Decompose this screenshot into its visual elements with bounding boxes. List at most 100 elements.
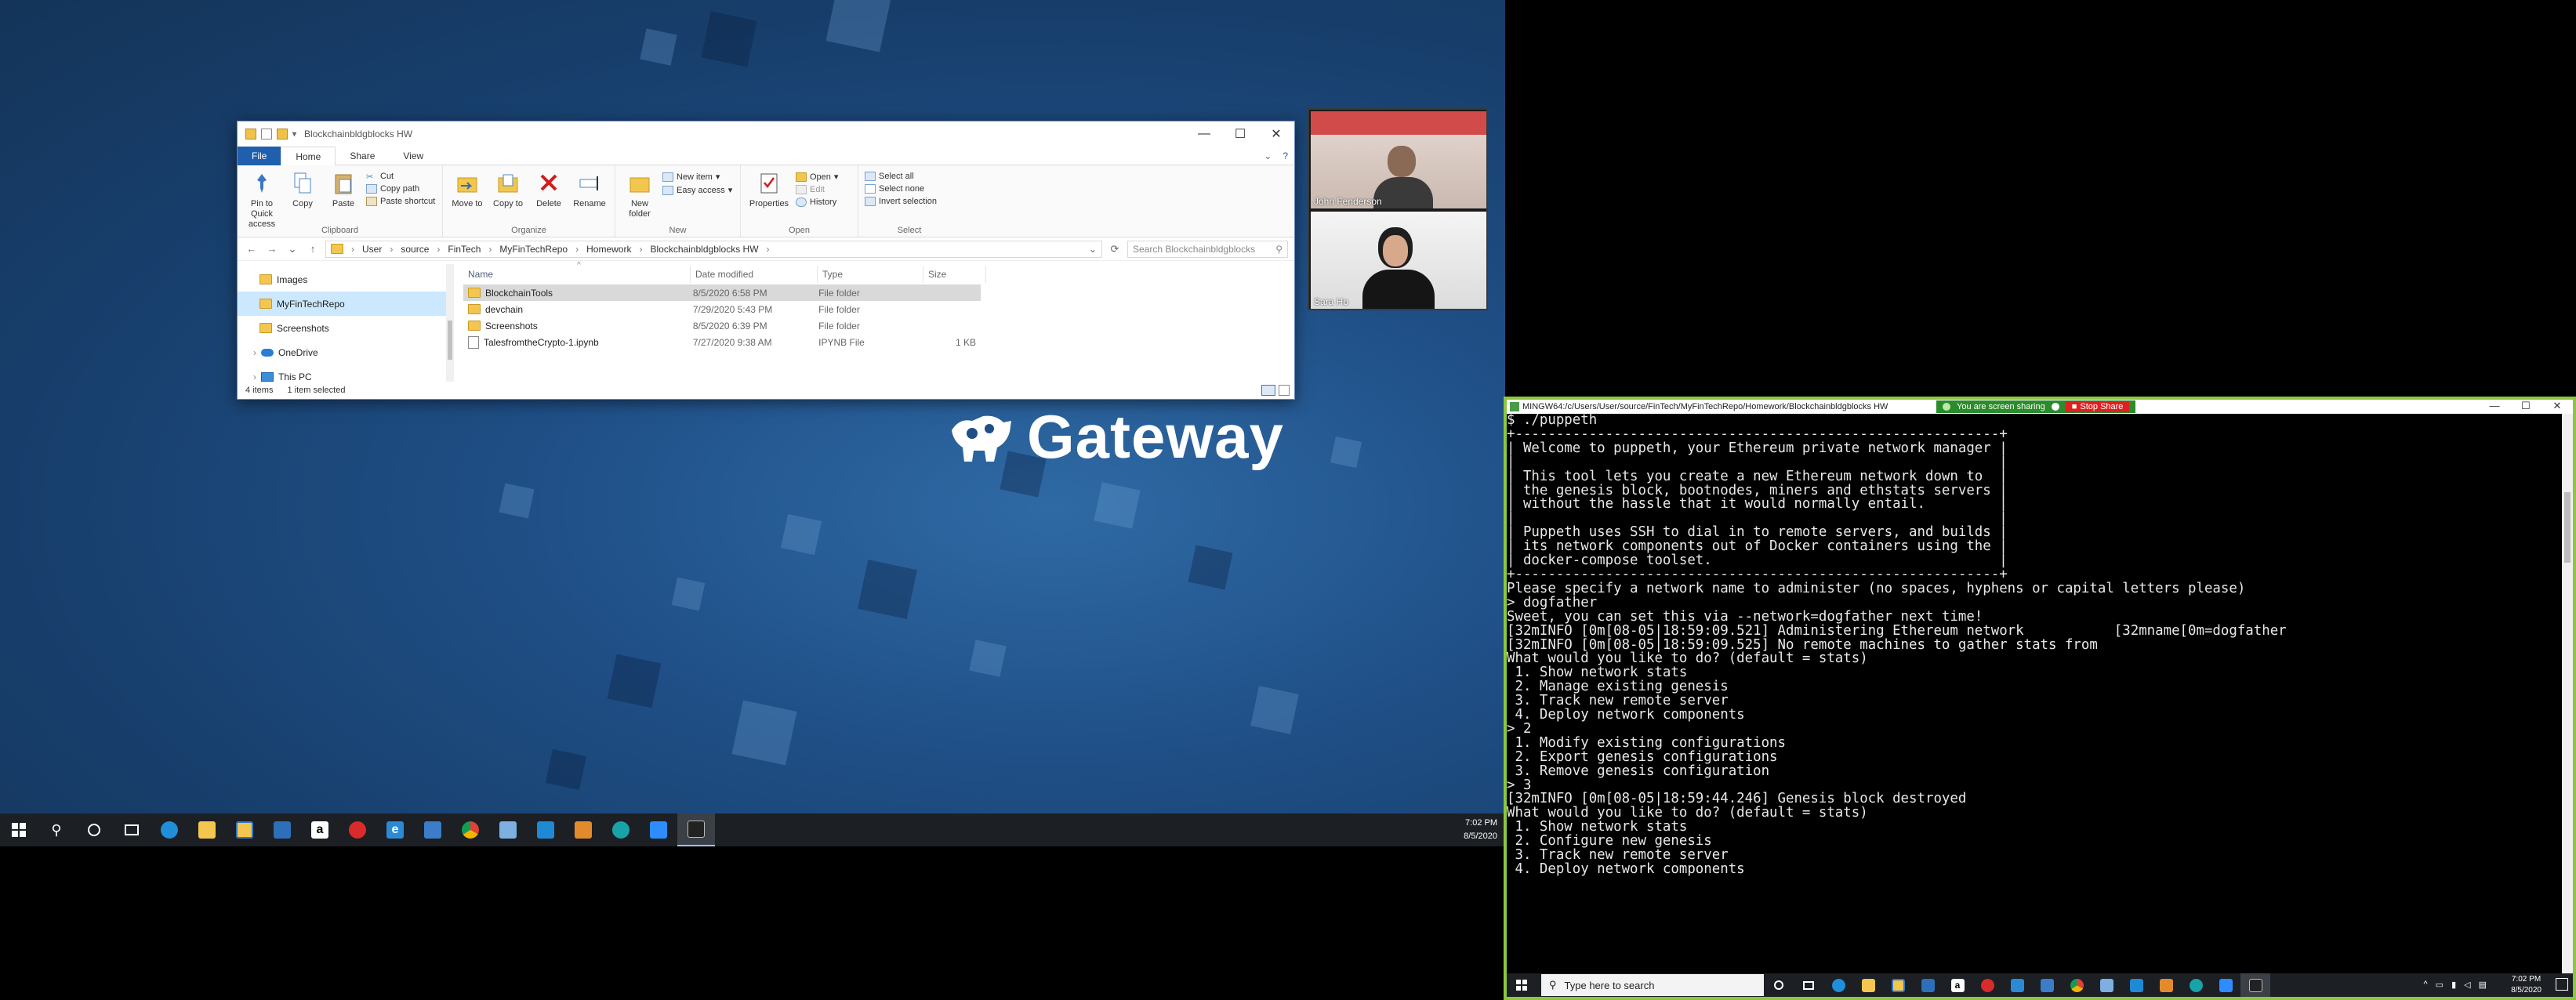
battery-icon[interactable]: ▮ <box>2451 980 2456 990</box>
tab-share[interactable]: Share <box>336 147 389 165</box>
sublime-icon[interactable] <box>2151 973 2181 997</box>
video-tile[interactable]: John Fenderson <box>1311 111 1486 208</box>
file-explorer-icon[interactable] <box>188 813 226 846</box>
help-icon[interactable]: ? <box>1276 147 1294 165</box>
large-icons-view-icon[interactable] <box>1279 385 1290 396</box>
volume-icon[interactable]: ◁ <box>2464 980 2470 990</box>
chevron-down-icon[interactable]: ▾ <box>292 130 296 139</box>
store-icon[interactable] <box>226 813 263 846</box>
copy-to-button[interactable]: Copy to <box>490 170 526 209</box>
taskbar-clock[interactable]: 7:02 PM 8/5/2020 <box>2511 973 2542 996</box>
sublime-icon[interactable] <box>564 813 602 846</box>
terminal-icon[interactable] <box>677 813 715 846</box>
chevron-right-icon[interactable]: › <box>253 347 256 358</box>
edit-button[interactable]: Edit <box>796 185 838 194</box>
chrome-icon[interactable] <box>452 813 489 846</box>
file-explorer-window[interactable]: ▾ Blockchainbldgblocks HW — ☐ ✕ File Hom… <box>237 121 1295 400</box>
details-view-icon[interactable] <box>1261 385 1275 396</box>
table-row[interactable]: BlockchainTools 8/5/2020 6:58 PM File fo… <box>463 284 981 301</box>
refresh-icon[interactable]: ⟳ <box>1107 243 1123 255</box>
nav-item-screenshots[interactable]: Screenshots <box>238 316 447 340</box>
move-to-button[interactable]: Move to <box>449 170 485 209</box>
breadcrumb-item[interactable]: Blockchainbldgblocks HW <box>650 244 758 255</box>
breadcrumb-item[interactable]: Homework <box>586 244 631 255</box>
copy-button[interactable]: Copy <box>285 170 321 209</box>
taskbar-clock[interactable]: 7:02 PM 8/5/2020 <box>1464 817 1497 843</box>
amazon-icon[interactable]: a <box>301 813 339 846</box>
table-row[interactable]: devchain 7/29/2020 5:43 PM File folder <box>463 301 981 317</box>
task-view-icon[interactable] <box>113 813 151 846</box>
app-icon[interactable] <box>263 813 301 846</box>
pin-quick-access-button[interactable]: Pin to Quick access <box>244 170 280 230</box>
search-icon[interactable]: ⚲ <box>38 813 75 846</box>
breadcrumb-item[interactable]: User <box>362 244 382 255</box>
breadcrumb-item[interactable]: FinTech <box>448 244 481 255</box>
app-icon[interactable] <box>1913 973 1943 997</box>
tab-file[interactable]: File <box>238 146 281 165</box>
close-button[interactable]: ✕ <box>2542 400 2573 412</box>
windows-start-icon[interactable] <box>0 813 38 846</box>
up-arrow-icon[interactable]: ↑ <box>305 243 321 255</box>
breadcrumb-item[interactable]: MyFinTechRepo <box>499 244 568 255</box>
terminal-scrollbar[interactable] <box>2562 414 2573 973</box>
select-all-button[interactable]: Select all <box>865 172 937 181</box>
notepad-icon[interactable] <box>2092 973 2121 997</box>
invert-selection-button[interactable]: Invert selection <box>865 197 937 206</box>
chevron-right-icon[interactable]: › <box>351 244 354 255</box>
back-arrow-icon[interactable]: ← <box>244 243 259 255</box>
history-button[interactable]: History <box>796 197 838 207</box>
search-input[interactable]: Search Blockchainbldgblocks ⚲ <box>1127 240 1288 258</box>
edge-icon[interactable] <box>1823 973 1853 997</box>
breadcrumb[interactable]: › User › source › FinTech › MyFinTechRepo › … <box>325 240 1102 258</box>
minimize-button[interactable]: — <box>1186 121 1222 147</box>
nav-item-myfintechrepo[interactable]: MyFinTechRepo <box>238 292 447 316</box>
close-button[interactable]: ✕ <box>1258 121 1294 147</box>
new-folder-button[interactable]: New folder <box>622 170 658 219</box>
edge-old-icon[interactable] <box>2002 973 2032 997</box>
windows-start-icon[interactable] <box>1507 973 1537 997</box>
notification-icon[interactable] <box>2556 978 2568 991</box>
keyboard-icon[interactable]: ▤ <box>2479 980 2487 990</box>
table-row[interactable]: TalesfromtheCrypto-1.ipynb 7/27/2020 9:3… <box>463 334 981 350</box>
network-icon[interactable]: ▭ <box>2436 980 2444 990</box>
chevron-up-icon[interactable]: ^ <box>2423 980 2427 990</box>
paste-shortcut-button[interactable]: Paste shortcut <box>366 197 435 206</box>
minimize-button[interactable]: — <box>2479 400 2510 412</box>
zoom-icon[interactable] <box>2211 973 2240 997</box>
properties-button[interactable]: Properties <box>747 170 791 209</box>
cortana-icon[interactable] <box>1764 973 1794 997</box>
column-size[interactable]: Size <box>923 266 986 283</box>
table-row[interactable]: Screenshots 8/5/2020 6:39 PM File folder <box>463 317 981 334</box>
navigation-pane[interactable]: Images MyFinTechRepo Screenshots › OneDri… <box>238 264 454 382</box>
terminal-window[interactable]: MINGW64:/c/Users/User/source/FinTech/MyF… <box>1504 397 2576 1000</box>
quick-access-toolbar[interactable]: ▾ <box>245 129 296 139</box>
terminal-scrollbar-thumb[interactable] <box>2564 492 2571 563</box>
open-button[interactable]: Open ▾ <box>796 172 838 182</box>
stop-share-button[interactable]: ■ Stop Share <box>2065 401 2130 412</box>
mail-icon[interactable] <box>2032 973 2062 997</box>
zoom-video-panel[interactable]: John Fenderson Sara Ho <box>1308 108 1488 310</box>
chevron-right-icon[interactable]: › <box>767 244 770 255</box>
delete-button[interactable]: Delete <box>531 170 567 209</box>
column-type[interactable]: Type <box>818 266 923 283</box>
chrome-icon[interactable] <box>2062 973 2092 997</box>
app2-icon[interactable] <box>2181 973 2211 997</box>
select-none-button[interactable]: Select none <box>865 184 937 194</box>
recent-locations-icon[interactable]: ⌄ <box>285 243 300 255</box>
ribbon-expand-icon[interactable]: ⌄ <box>1259 147 1276 165</box>
vscode-icon[interactable] <box>527 813 564 846</box>
nav-item-images[interactable]: Images <box>238 267 447 292</box>
mail-icon[interactable] <box>414 813 452 846</box>
copy-path-button[interactable]: Copy path <box>366 184 435 194</box>
video-tile[interactable]: Sara Ho <box>1311 212 1486 309</box>
vscode-icon[interactable] <box>2121 973 2151 997</box>
terminal-icon[interactable] <box>2240 973 2270 997</box>
chevron-right-icon[interactable]: › <box>488 244 492 255</box>
column-date-modified[interactable]: Date modified <box>691 266 818 283</box>
explorer-title-bar[interactable]: ▾ Blockchainbldgblocks HW — ☐ ✕ <box>238 121 1294 147</box>
chevron-right-icon[interactable]: › <box>390 244 393 255</box>
breadcrumb-item[interactable]: source <box>401 244 429 255</box>
cut-button[interactable]: ✂ Cut <box>366 172 435 182</box>
store-icon[interactable] <box>1883 973 1913 997</box>
edge-old-icon[interactable]: e <box>376 813 414 846</box>
